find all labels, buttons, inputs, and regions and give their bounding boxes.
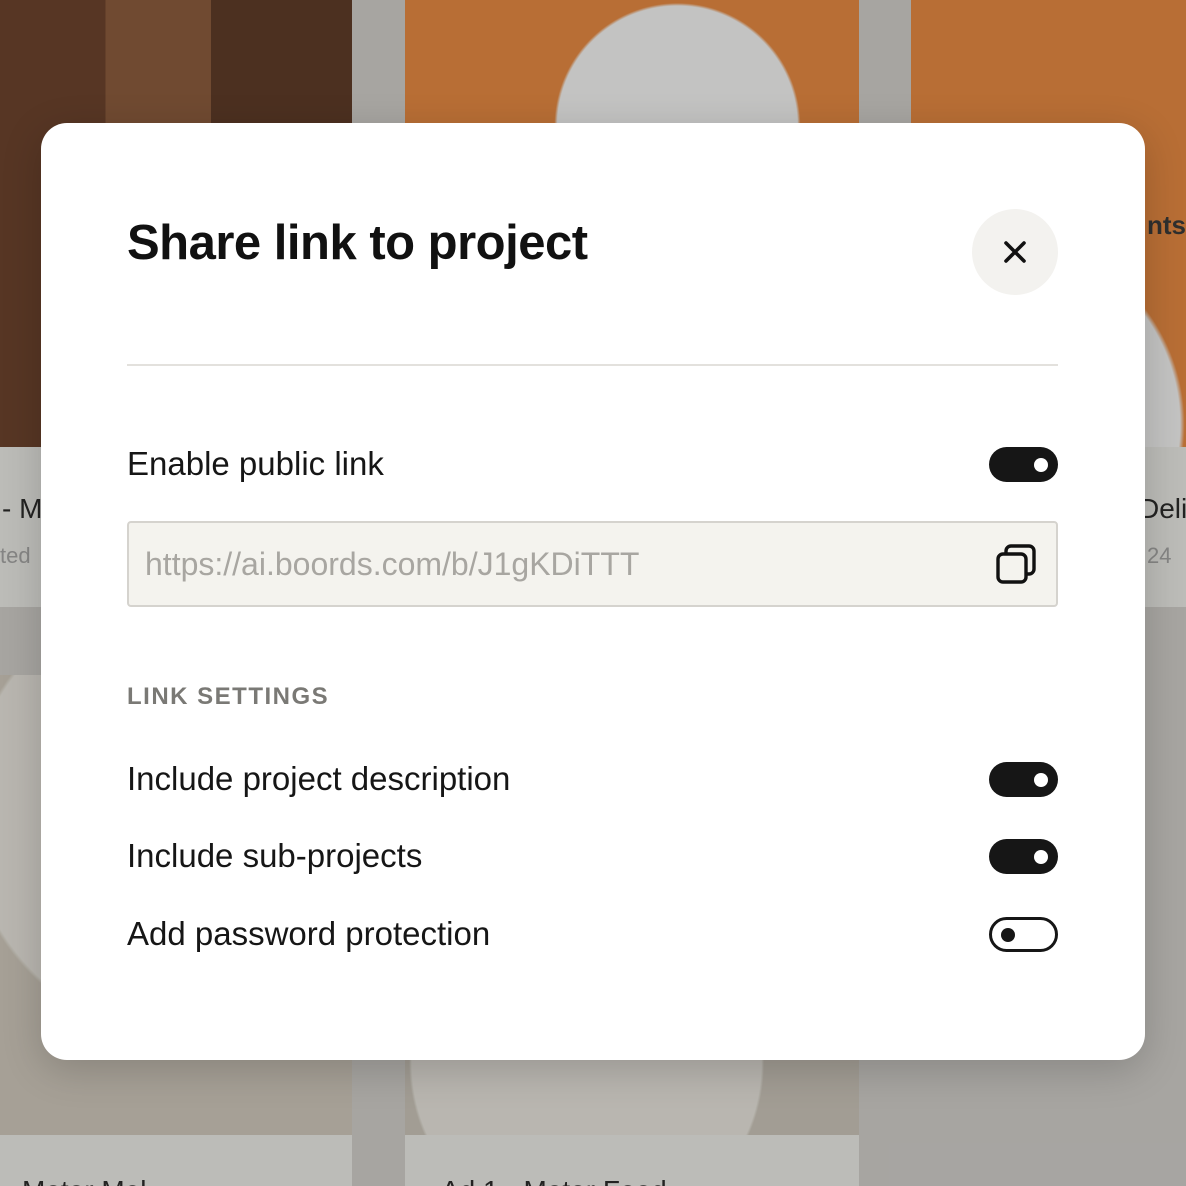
description-toggle[interactable]: [989, 761, 1058, 797]
setting-row-description: Include project description: [127, 759, 1058, 799]
public-link-toggle[interactable]: [989, 446, 1058, 482]
public-link-label: Enable public link: [127, 445, 384, 482]
setting-label: Include project description: [127, 760, 511, 797]
password-toggle[interactable]: [989, 916, 1058, 952]
share-link-dialog: Share link to project Enable public link…: [41, 123, 1145, 1060]
close-icon: [1004, 241, 1026, 263]
toggle-knob: [1034, 772, 1048, 787]
public-url-input[interactable]: [145, 545, 945, 583]
setting-label: Include sub-projects: [127, 837, 423, 874]
dialog-title: Share link to project: [127, 216, 588, 270]
divider: [127, 364, 1058, 366]
close-button[interactable]: [972, 209, 1058, 295]
public-link-row: Enable public link: [127, 444, 1058, 484]
setting-label: Add password protection: [127, 915, 491, 952]
link-settings-heading: LINK SETTINGS: [127, 683, 330, 710]
toggle-knob: [1034, 849, 1048, 864]
toggle-knob: [1034, 457, 1048, 472]
public-url-field: [127, 521, 1058, 607]
copy-icon[interactable]: [992, 540, 1040, 588]
subprojects-toggle[interactable]: [989, 838, 1058, 874]
setting-row-subprojects: Include sub-projects: [127, 836, 1058, 876]
toggle-knob: [1001, 927, 1015, 942]
setting-row-password: Add password protection: [127, 914, 1058, 954]
